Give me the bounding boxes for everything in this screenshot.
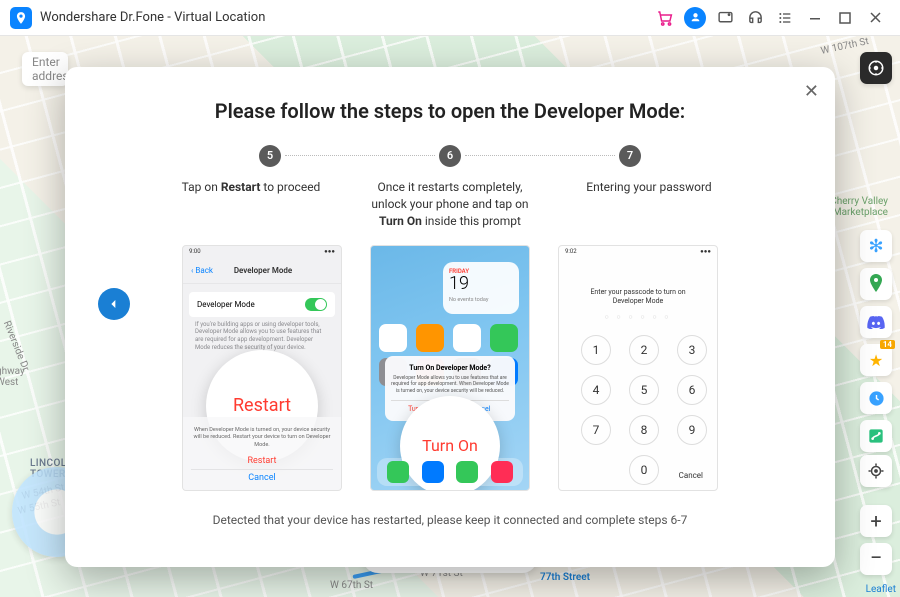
close-icon[interactable]: ✕ (804, 81, 819, 102)
modal-backdrop: ✕ Please follow the steps to open the De… (0, 36, 900, 597)
phone-preview-turnon: FRIDAY19No events today Turn On Develope… (370, 245, 530, 491)
modal-title: Please follow the steps to open the Deve… (105, 99, 795, 123)
menu-icon[interactable] (770, 3, 800, 33)
caption-6: Once it restarts completely, unlock your… (363, 179, 538, 231)
phone-preview-restart: 9:00●●● ‹ BackDeveloper Mode Developer M… (182, 245, 342, 491)
developer-mode-modal: ✕ Please follow the steps to open the De… (65, 67, 835, 567)
cart-icon[interactable] (650, 3, 680, 33)
maximize-button[interactable] (830, 3, 860, 33)
step-badge-7: 7 (619, 145, 641, 167)
app-logo (10, 7, 32, 29)
app-title: Wondershare Dr.Fone - Virtual Location (40, 10, 265, 25)
caption-5: Tap on Restart to proceed (164, 179, 339, 231)
close-button[interactable] (860, 3, 890, 33)
step-badge-6: 6 (439, 145, 461, 167)
phone-previews: 9:00●●● ‹ BackDeveloper Mode Developer M… (105, 245, 795, 491)
step-captions: Tap on Restart to proceed Once it restar… (105, 179, 795, 231)
support-icon[interactable] (740, 3, 770, 33)
minimize-button[interactable] (800, 3, 830, 33)
screen-icon[interactable] (710, 3, 740, 33)
caption-7: Entering your password (562, 179, 737, 231)
modal-footer-note: Detected that your device has restarted,… (105, 513, 795, 527)
phone-preview-passcode: 9:02●●● Enter your passcode to turn onDe… (558, 245, 718, 491)
back-arrow-button[interactable] (98, 288, 130, 320)
account-icon[interactable] (680, 3, 710, 33)
step-badge-5: 5 (259, 145, 281, 167)
titlebar: Wondershare Dr.Fone - Virtual Location (0, 0, 900, 36)
toggle-icon (305, 298, 327, 311)
steps-header: 5 6 7 (105, 145, 795, 167)
